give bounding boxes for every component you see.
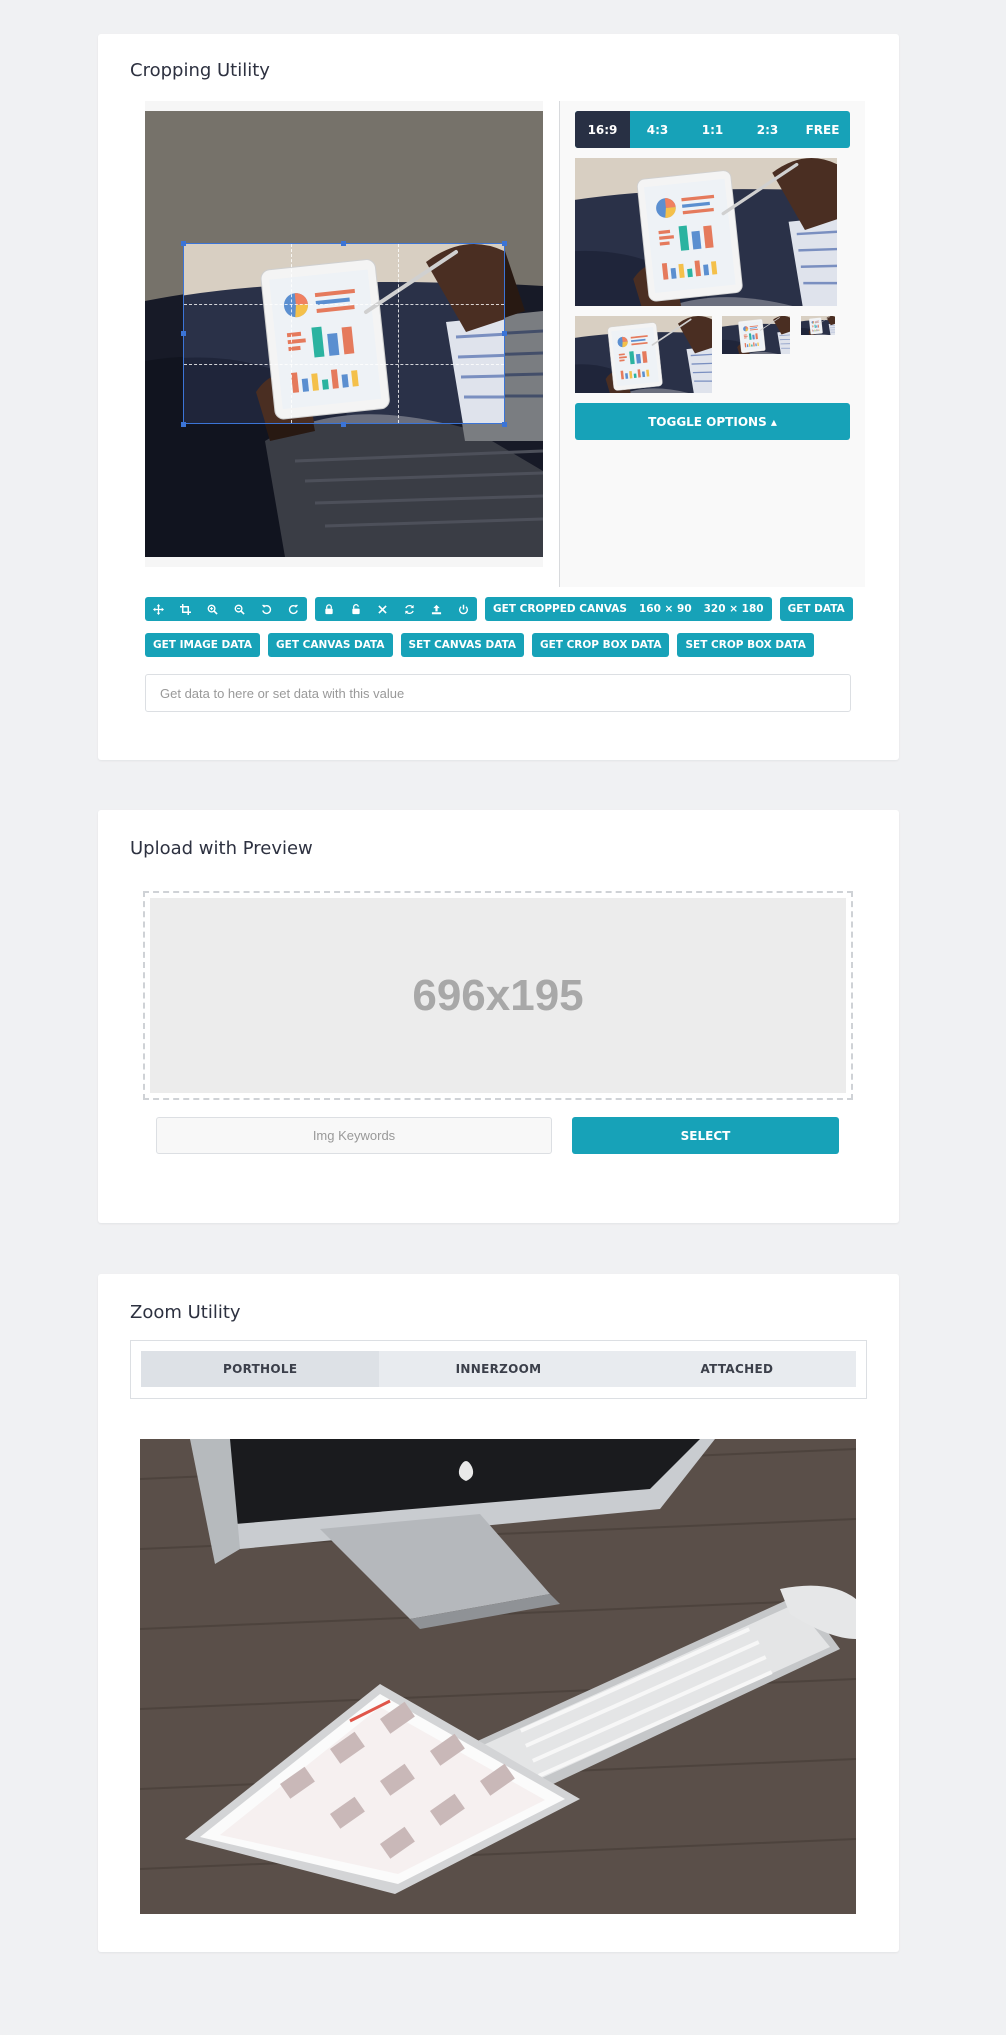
state-button-group xyxy=(315,597,477,621)
preview-medium xyxy=(575,316,712,393)
get-image-data-button[interactable]: GET IMAGE DATA xyxy=(145,633,261,657)
aspect-ratio-group: 16:9 4:3 1:1 2:3 FREE xyxy=(575,111,850,148)
tab-porthole[interactable]: PORTHOLE xyxy=(141,1351,380,1387)
zoom-out-icon[interactable] xyxy=(226,597,253,621)
get-canvas-data-button[interactable]: GET CANVAS DATA xyxy=(268,633,393,657)
cropping-utility-card: Cropping Utility 16:9 4:3 1:1 2:3 FREE T… xyxy=(98,34,899,760)
crop-handle-se[interactable] xyxy=(502,422,507,427)
card-title: Zoom Utility xyxy=(130,1302,241,1323)
ratio-16-9-button[interactable]: 16:9 xyxy=(575,111,630,148)
crop-handle-e[interactable] xyxy=(502,331,507,336)
image-drop-zone[interactable]: 696x195 xyxy=(143,891,853,1100)
upload-icon[interactable] xyxy=(423,597,450,621)
crop-handle-ne[interactable] xyxy=(502,241,507,246)
ratio-free-button[interactable]: FREE xyxy=(795,111,850,148)
crop-handle-nw[interactable] xyxy=(181,241,186,246)
move-icon[interactable] xyxy=(145,597,172,621)
preview-large xyxy=(575,158,837,306)
cropped-canvas-group: GET CROPPED CANVAS 160 × 90 320 × 180 xyxy=(485,597,772,621)
canvas-160x90-button[interactable]: 160 × 90 xyxy=(633,603,698,615)
zoom-tabs: PORTHOLE INNERZOOM ATTACHED xyxy=(141,1351,856,1387)
crop-handle-n[interactable] xyxy=(341,241,346,246)
img-keywords-input[interactable] xyxy=(156,1117,552,1154)
crop-toolbar-row-1: GET CROPPED CANVAS 160 × 90 320 × 180 GE… xyxy=(145,597,853,621)
transform-button-group xyxy=(145,597,307,621)
zoom-utility-card: Zoom Utility PORTHOLE INNERZOOM ATTACHED xyxy=(98,1274,899,1952)
crop-icon[interactable] xyxy=(172,597,199,621)
ratio-4-3-button[interactable]: 4:3 xyxy=(630,111,685,148)
ratio-2-3-button[interactable]: 2:3 xyxy=(740,111,795,148)
set-canvas-data-button[interactable]: SET CANVAS DATA xyxy=(400,633,524,657)
power-icon[interactable] xyxy=(450,597,477,621)
preview-xsmall xyxy=(801,316,835,335)
ratio-1-1-button[interactable]: 1:1 xyxy=(685,111,740,148)
data-textfield[interactable] xyxy=(145,674,851,712)
toggle-options-button[interactable]: TOGGLE OPTIONS ▴ xyxy=(575,403,850,440)
preview-small xyxy=(722,316,790,354)
crop-handle-sw[interactable] xyxy=(181,422,186,427)
get-data-button[interactable]: GET DATA xyxy=(779,597,853,621)
zoom-tabs-container: PORTHOLE INNERZOOM ATTACHED xyxy=(130,1340,867,1399)
tab-innerzoom[interactable]: INNERZOOM xyxy=(379,1351,617,1387)
canvas-320x180-button[interactable]: 320 × 180 xyxy=(698,603,770,615)
crop-handle-w[interactable] xyxy=(181,331,186,336)
placeholder-size-text: 696x195 xyxy=(412,970,584,1020)
zoom-in-icon[interactable] xyxy=(199,597,226,621)
get-crop-box-data-button[interactable]: GET CROP BOX DATA xyxy=(531,633,670,657)
set-crop-box-data-button[interactable]: SET CROP BOX DATA xyxy=(677,633,814,657)
unlock-icon[interactable] xyxy=(342,597,369,621)
card-title: Cropping Utility xyxy=(130,60,270,81)
crop-handle-s[interactable] xyxy=(341,422,346,427)
reset-icon[interactable] xyxy=(396,597,423,621)
card-title: Upload with Preview xyxy=(130,838,313,859)
upload-preview-card: Upload with Preview 696x195 SELECT xyxy=(98,810,899,1223)
tab-attached[interactable]: ATTACHED xyxy=(618,1351,856,1387)
rotate-right-icon[interactable] xyxy=(280,597,307,621)
image-placeholder: 696x195 xyxy=(150,898,846,1093)
crop-image[interactable] xyxy=(145,111,543,557)
lock-icon[interactable] xyxy=(315,597,342,621)
select-button[interactable]: SELECT xyxy=(572,1117,839,1154)
rotate-left-icon[interactable] xyxy=(253,597,280,621)
get-cropped-canvas-button[interactable]: GET CROPPED CANVAS xyxy=(487,603,633,615)
clear-icon[interactable] xyxy=(369,597,396,621)
zoom-image[interactable] xyxy=(140,1439,856,1914)
crop-toolbar-row-2: GET IMAGE DATA GET CANVAS DATA SET CANVA… xyxy=(145,633,814,657)
crop-box[interactable] xyxy=(183,243,505,424)
